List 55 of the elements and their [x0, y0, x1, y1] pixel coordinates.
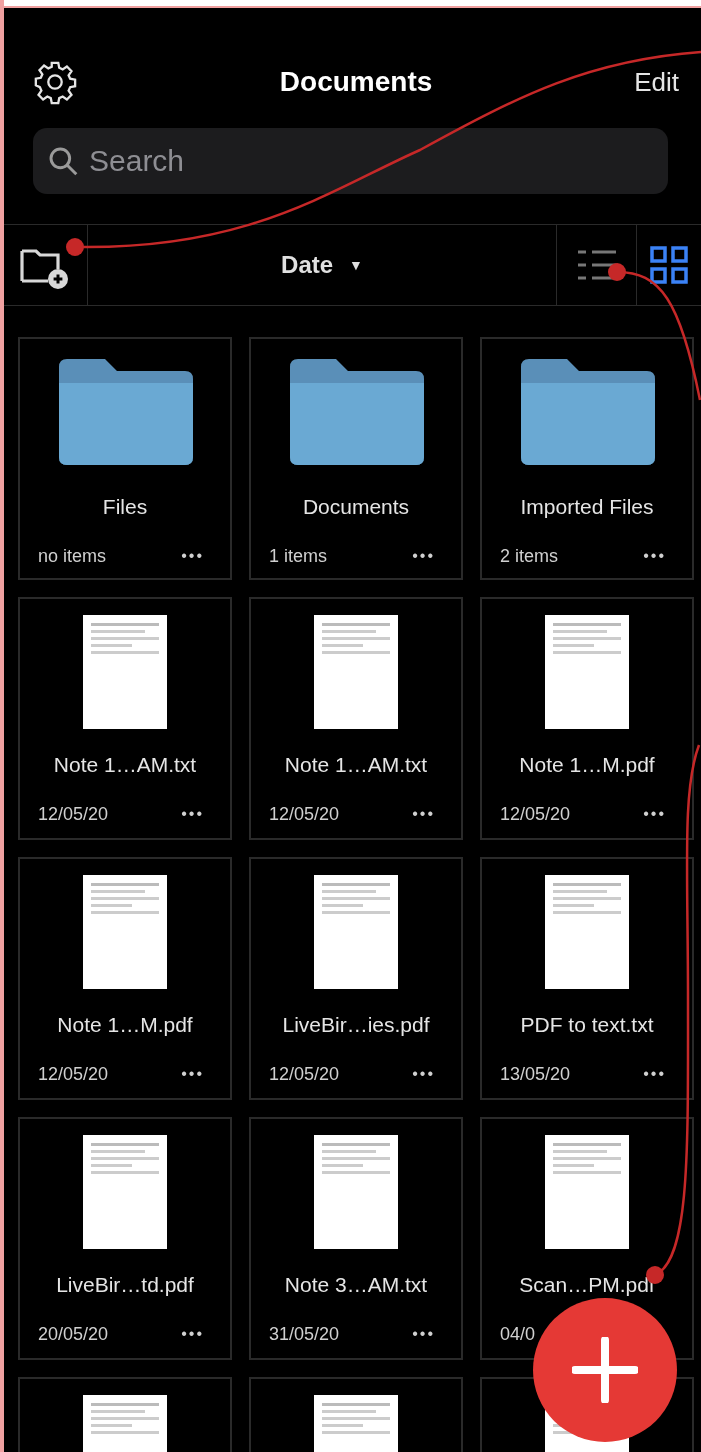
item-detail: 12/05/20	[500, 802, 571, 826]
item-name: LiveBir…td.pdf	[56, 1272, 194, 1298]
file-card[interactable]: Note 1…AM.txt 12/05/20 •••	[18, 597, 232, 840]
item-detail: 12/05/20	[269, 802, 340, 826]
folder-card[interactable]: Imported Files 2 items •••	[480, 337, 694, 580]
item-name: Note 1…AM.txt	[284, 752, 428, 778]
plus-icon	[572, 1337, 638, 1403]
file-card[interactable]: Note 1…M.pdf 12/05/20 •••	[18, 857, 232, 1100]
item-name: Scan…PM.pdf	[519, 1272, 655, 1298]
item-name: Note 3…AM.txt	[284, 1272, 428, 1298]
folder-card[interactable]: Files no items •••	[18, 337, 232, 580]
item-detail: 31/05/20	[269, 1322, 340, 1346]
folder-card[interactable]: Documents 1 items •••	[249, 337, 463, 580]
more-button[interactable]: •••	[181, 1062, 204, 1086]
list-view-icon[interactable]	[575, 248, 618, 282]
item-detail: 12/05/20	[269, 1062, 340, 1086]
more-button[interactable]: •••	[412, 802, 435, 826]
file-card[interactable]: Scan…PM.pdf 04/0	[480, 1117, 694, 1360]
screen-title: Documents	[279, 65, 433, 99]
more-button[interactable]: •••	[181, 544, 204, 568]
item-name: Files	[102, 494, 148, 520]
item-detail: 1 items	[269, 544, 328, 568]
search-field[interactable]: Search	[33, 128, 668, 194]
item-name: Note 1…AM.txt	[53, 752, 197, 778]
file-card[interactable]: Note 1…AM.txt 12/05/20 •••	[249, 597, 463, 840]
grid-view-icon[interactable]	[649, 245, 689, 285]
item-detail: no items	[38, 544, 107, 568]
item-name: Documents	[302, 494, 410, 520]
item-name: LiveBir…ies.pdf	[282, 1012, 430, 1038]
item-detail: 12/05/20	[38, 1062, 109, 1086]
more-button[interactable]: •••	[181, 1322, 204, 1346]
more-button[interactable]: •••	[412, 1322, 435, 1346]
item-name: PDF to text.txt	[520, 1012, 654, 1038]
item-detail: 20/05/20	[38, 1322, 109, 1346]
file-card[interactable]: Note 1…M.pdf 12/05/20 •••	[480, 597, 694, 840]
sort-button[interactable]: Date ▼	[281, 247, 363, 283]
item-detail: 13/05/20	[500, 1062, 571, 1086]
item-detail: 12/05/20	[38, 802, 109, 826]
item-detail: 2 items	[500, 544, 559, 568]
more-button[interactable]: •••	[181, 802, 204, 826]
file-card[interactable]: LiveBir…td.pdf 20/05/20 •••	[18, 1117, 232, 1360]
more-button[interactable]: •••	[643, 802, 666, 826]
more-button[interactable]: •••	[412, 544, 435, 568]
more-button[interactable]: •••	[643, 544, 666, 568]
settings-icon[interactable]	[32, 59, 78, 105]
file-card[interactable]: Note 3…AM.txt 31/05/20 •••	[249, 1117, 463, 1360]
edit-button[interactable]: Edit	[634, 62, 679, 102]
more-button[interactable]: •••	[643, 1062, 666, 1086]
item-name: Note 1…M.pdf	[519, 752, 655, 778]
item-name: Note 1…M.pdf	[57, 1012, 193, 1038]
file-card[interactable]: PDF to text.txt 13/05/20 •••	[480, 857, 694, 1100]
item-detail: 04/0	[500, 1322, 536, 1346]
item-name: Imported Files	[520, 494, 654, 520]
file-card[interactable]: LiveBir…ies.pdf 12/05/20 •••	[249, 857, 463, 1100]
more-button[interactable]: •••	[412, 1062, 435, 1086]
